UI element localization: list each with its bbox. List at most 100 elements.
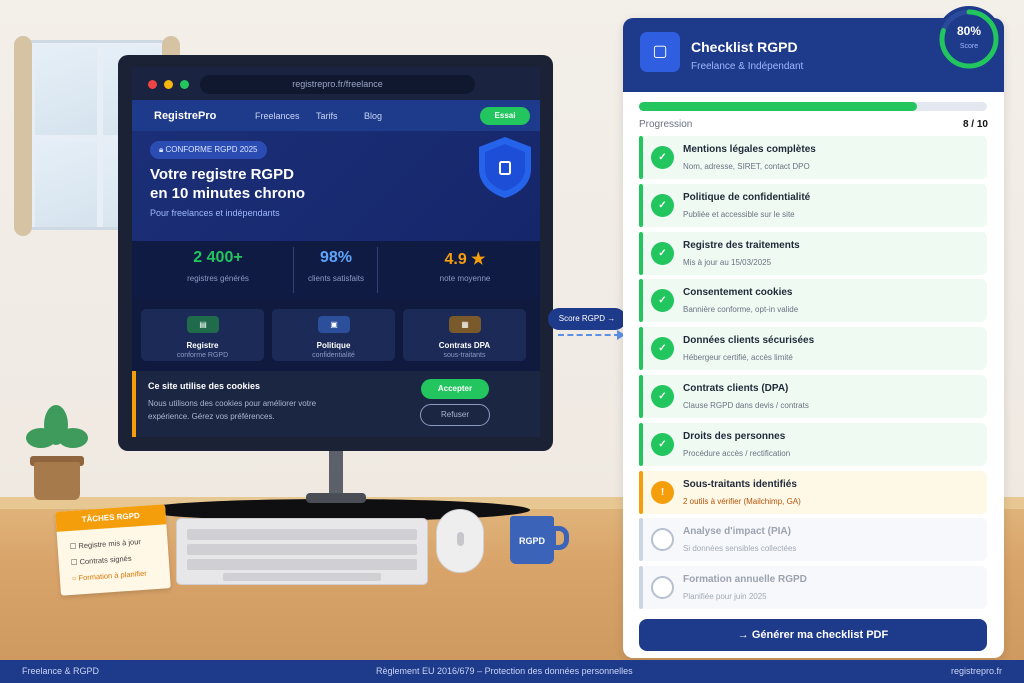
sticky-note-item: ☐ Contrats signés <box>70 553 132 567</box>
checklist-item[interactable]: ✓ Données clients sécurisées Hébergeur cer… <box>639 327 987 371</box>
checklist-item[interactable]: ! Sous-traitants identifiés 2 outils à vér… <box>639 470 987 514</box>
stat-divider <box>377 247 378 293</box>
close-window-dot[interactable] <box>148 80 157 89</box>
stat-value-rating: 4.9 ★ <box>444 251 486 268</box>
stat-label-rating: note moyenne <box>439 274 491 283</box>
checklist-title: Checklist RGPD <box>691 39 798 55</box>
browser-toolbar: registrepro.fr/freelance <box>132 67 540 100</box>
feature-sub: sous-traitants <box>443 352 486 359</box>
checklist-item[interactable]: ✓ Mentions légales complètes Nom, adresse,… <box>639 136 987 179</box>
checklist-item-title: Formation annuelle RGPD <box>683 574 807 586</box>
stat-divider <box>293 247 294 293</box>
checklist-item[interactable]: Analyse d'impact (PIA) Si données sensibl… <box>639 518 987 562</box>
compliance-badge: 🔒︎ CONFORME RGPD 2025 <box>150 141 267 159</box>
plant-pot <box>34 462 80 500</box>
status-bar <box>639 375 643 418</box>
checklist-item-desc: Clause RGPD dans devis / contrats <box>683 401 809 410</box>
checklist-item-title: Analyse d'impact (PIA) <box>683 526 791 538</box>
checklist-item-title: Politique de confidentialité <box>683 191 811 203</box>
hero-subtitle: Pour freelances et indépendants <box>150 208 280 218</box>
check-icon[interactable]: ✓ <box>651 289 674 313</box>
checklist-item[interactable]: ✓ Registre des traitements Mis à jour au 1… <box>639 231 987 275</box>
footer-bar: Freelance & RGPD Règlement EU 2016/679 –… <box>0 660 1024 683</box>
check-icon[interactable]: ✓ <box>651 385 674 408</box>
score-label: Score <box>960 43 978 50</box>
checklist-item[interactable]: ✓ Droits des personnes Procédure accès / r… <box>639 422 987 466</box>
empty-circle-icon[interactable] <box>651 576 674 600</box>
stat-label-registers: registres générés <box>187 274 249 283</box>
score-gauge: 80% Score <box>936 6 1002 72</box>
checklist-item-title: Sous-traitants identifiés <box>683 478 797 490</box>
document-icon: ▤ <box>187 316 219 333</box>
hero-title: Votre registre RGPD en 10 minutes chrono <box>150 165 410 203</box>
cookie-text: Nous utilisons des cookies pour améliore… <box>148 399 317 421</box>
checklist-item[interactable]: Formation annuelle RGPD Planifiée pour ju… <box>639 566 987 610</box>
feature-sub: conforme RGPD <box>176 352 229 359</box>
minimize-window-dot[interactable] <box>164 80 173 89</box>
checklist-item-desc: Bannière conforme, opt-in valide <box>683 305 799 315</box>
progress-count: 8 / 10 <box>962 119 988 130</box>
sticky-note: TÂCHES RGPD ☐ Registre mis à jour ☐ Cont… <box>55 504 171 596</box>
refuse-cookies-button[interactable]: Refuser <box>420 404 490 426</box>
status-bar <box>639 566 643 610</box>
progress-bar-fill <box>639 102 918 111</box>
cookie-banner: Ce site utilise des cookies Nous utiliso… <box>132 371 540 437</box>
status-bar <box>639 470 643 514</box>
keyboard-row <box>187 559 417 570</box>
monitor-stand-base <box>306 493 366 503</box>
site-brand[interactable]: RegistrePro <box>154 110 216 122</box>
checklist-panel: ▢ Checklist RGPD Freelance & Indépendant… <box>623 18 1004 658</box>
monitor-screen: registrepro.fr/freelance RegistrePro Fre… <box>132 67 540 437</box>
footer-link[interactable]: registrepro.fr <box>951 666 1002 676</box>
hero-title-line1: Votre registre RGPD <box>150 166 294 183</box>
check-icon[interactable]: ✓ <box>651 193 674 217</box>
feature-card-politique[interactable]: ▣ Politique confidentialité <box>272 309 395 361</box>
check-icon[interactable]: ✓ <box>651 241 674 265</box>
trial-button[interactable]: Essai <box>480 107 530 125</box>
status-bar <box>639 279 643 323</box>
generate-pdf-button[interactable]: → Générer ma checklist PDF <box>639 619 987 651</box>
stats-bar: 2 400+ registres générés 98% clients sat… <box>132 241 540 299</box>
hero-title-line2: en 10 minutes chrono <box>150 185 306 202</box>
progress-label: Progression <box>639 119 693 130</box>
check-icon[interactable]: ✓ <box>651 432 674 456</box>
empty-circle-icon[interactable] <box>651 528 674 552</box>
feature-card-registre[interactable]: ▤ Registre conforme RGPD <box>141 309 264 361</box>
feature-card-dpa[interactable]: ▦ Contrats DPA sous-traitants <box>403 309 526 361</box>
checklist-item-title: Consentement cookies <box>683 287 793 299</box>
maximize-window-dot[interactable] <box>180 80 189 89</box>
feature-sub: confidentialité <box>312 352 355 359</box>
url-bar[interactable]: registrepro.fr/freelance <box>200 75 475 94</box>
feature-title: Contrats DPA <box>438 341 491 350</box>
checklist-subtitle: Freelance & Indépendant <box>691 61 804 72</box>
check-icon[interactable]: ✓ <box>651 337 674 361</box>
sticky-note-item: ☐ Registre mis à jour <box>69 537 142 552</box>
checklist-item[interactable]: ✓ Consentement cookies Bannière conforme, … <box>639 279 987 323</box>
check-icon[interactable]: ✓ <box>651 146 674 169</box>
checklist-item[interactable]: ✓ Contrats clients (DPA) Clause RGPD dans … <box>639 375 987 418</box>
keyboard-row <box>187 529 417 540</box>
curtain-left <box>14 36 32 236</box>
nav-link-freelances[interactable]: Freelances <box>255 111 300 121</box>
status-bar <box>639 518 643 562</box>
status-bar <box>639 136 643 179</box>
stat-value-satisfaction: 98% <box>319 249 353 266</box>
dashed-arrow <box>558 334 620 336</box>
warning-icon[interactable]: ! <box>651 480 674 504</box>
status-bar <box>639 327 643 371</box>
nav-link-blog[interactable]: Blog <box>364 111 382 121</box>
checklist-lock-icon: ▢ <box>640 32 680 72</box>
plant-leaf <box>58 428 88 448</box>
status-bar <box>639 422 643 466</box>
checklist-item[interactable]: ✓ Politique de confidentialité Publiée et … <box>639 183 987 227</box>
status-bar <box>639 183 643 227</box>
site-navbar: RegistrePro Freelances Tarifs Blog Essai <box>132 100 540 131</box>
computer-mouse <box>436 509 484 573</box>
score-rgpd-pill: Score RGPD → <box>548 308 626 330</box>
checklist-item-desc: Mis à jour au 15/03/2025 <box>683 257 772 267</box>
compliance-badge-label: CONFORME RGPD 2025 <box>165 145 258 154</box>
keyboard <box>176 518 428 585</box>
checklist-item-desc: 2 outils à vérifier (Mailchimp, GA) <box>683 496 801 506</box>
accept-cookies-button[interactable]: Accepter <box>421 379 489 399</box>
nav-link-tarifs[interactable]: Tarifs <box>316 111 338 121</box>
